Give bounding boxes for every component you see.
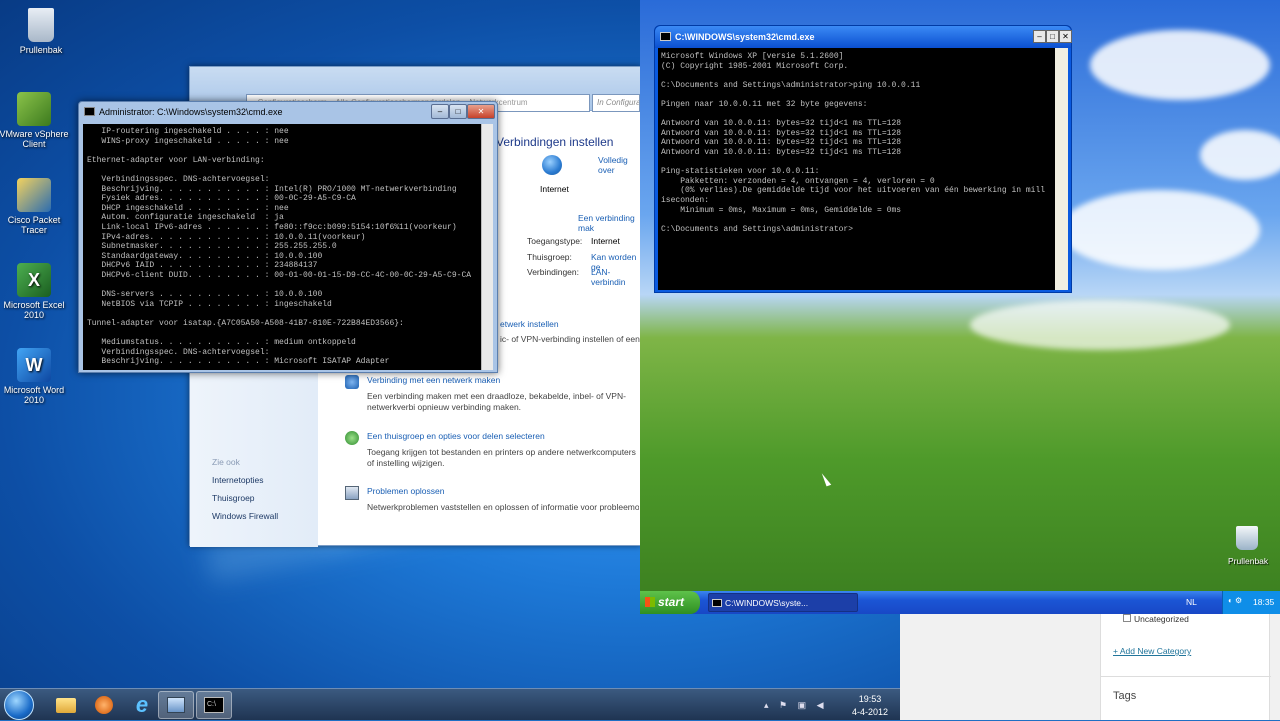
taskbar-cmd[interactable]: C:\ [196, 691, 232, 719]
cmd-icon: C:\ [204, 697, 224, 713]
maximize-button[interactable]: □ [449, 104, 467, 119]
cmd7-scrollbar[interactable] [481, 124, 493, 370]
xp-cmd-output[interactable]: Microsoft Windows XP [versie 5.1.2600] (… [658, 48, 1056, 290]
connect-link[interactable]: Een verbinding mak [578, 213, 640, 233]
xp-close-button[interactable]: ✕ [1059, 30, 1072, 43]
ie-icon: e [135, 692, 149, 717]
globe-icon [542, 155, 562, 175]
see-also-homegroup[interactable]: Thuisgroep [212, 493, 255, 503]
uncategorized-checkbox[interactable] [1123, 614, 1131, 622]
task-troubleshoot-title[interactable]: Problemen oplossen [367, 486, 445, 496]
desktop-icon-label: VMware vSphere Client [0, 129, 69, 149]
task-connect-desc: Een verbinding maken met een draadloze, … [367, 391, 626, 412]
network-icon [167, 697, 185, 713]
start-orb[interactable] [4, 690, 34, 720]
recycle-bin-icon [28, 8, 54, 42]
xp-maximize-button[interactable]: □ [1046, 30, 1059, 43]
see-also-internet-options[interactable]: Internetopties [212, 475, 264, 485]
mouse-cursor-icon [821, 471, 832, 487]
task-connect-title[interactable]: Verbinding met een netwerk maken [367, 375, 500, 385]
uncategorized-label: Uncategorized [1134, 614, 1189, 624]
internet-label: Internet [540, 184, 569, 194]
see-also-firewall[interactable]: Windows Firewall [212, 511, 278, 521]
task-homegroup-desc: Toegang krijgen tot bestanden en printer… [367, 447, 636, 468]
win7-taskbar: e C:\ ▴ ⚑ ▣ ◀ 19:53 4-4-2012 [0, 688, 900, 720]
media-player-icon [95, 696, 113, 714]
admin-cmd-window[interactable]: Administrator: C:\Windows\system32\cmd.e… [78, 101, 498, 373]
homegroup-icon [345, 431, 359, 445]
connections-label: Verbindingen: [527, 267, 579, 277]
packet-tracer-icon [17, 178, 51, 212]
tray-icons[interactable]: ▴ ⚑ ▣ ◀ [764, 700, 828, 711]
xp-language-indicator[interactable]: NL [1186, 597, 1197, 607]
xp-recycle-bin-icon[interactable] [1236, 526, 1258, 550]
tray-date[interactable]: 4-4-2012 [846, 707, 894, 717]
desktop-icon-excel[interactable]: X Microsoft Excel 2010 [0, 263, 72, 320]
connect-network-icon [345, 375, 359, 389]
task-setup-network-title[interactable]: etwerk instellen [500, 319, 559, 329]
desktop-icon-label: Cisco Packet Tracer [7, 215, 61, 235]
see-also-heading: Zie ook [212, 457, 240, 467]
desktop-icon-recycle-bin[interactable]: Prullenbak [3, 8, 79, 55]
tags-heading: Tags [1113, 690, 1137, 702]
full-map-link[interactable]: Volledig over [598, 155, 640, 175]
minimize-button[interactable]: – [431, 104, 449, 119]
xp-cmd-window[interactable]: C:\WINDOWS\system32\cmd.exe – □ ✕ Micros… [654, 25, 1072, 293]
taskbar-explorer[interactable] [48, 691, 84, 719]
xp-cmd-icon [660, 32, 671, 41]
excel-icon: X [17, 263, 51, 297]
xp-desktop: Prullenbak C:\WINDOWS\system32\cmd.exe –… [640, 0, 1280, 614]
folder-icon [56, 697, 76, 713]
wp-category-box: Uncategorized + Add New Category Tags [1100, 614, 1271, 720]
taskbar-ie[interactable]: e [124, 691, 160, 719]
taskbar-media-player[interactable] [86, 691, 122, 719]
add-category-link[interactable]: + Add New Category [1113, 646, 1191, 656]
xp-task-cmd-label: C:\WINDOWS\syste... [725, 598, 809, 608]
access-type-value: Internet [591, 236, 620, 246]
network-heading: Verbindingen instellen [496, 135, 614, 149]
xp-task-cmd[interactable]: C:\WINDOWS\syste... [708, 593, 858, 612]
xp-task-cmd-icon [712, 599, 722, 607]
desktop-icon-packet-tracer[interactable]: Cisco Packet Tracer [0, 178, 72, 235]
vmware-icon [17, 92, 51, 126]
close-button[interactable]: ✕ [467, 104, 495, 119]
desktop-icon-label: Prullenbak [19, 45, 63, 55]
cmd7-output[interactable]: IP-routering ingeschakeld . . . . : nee … [83, 124, 483, 370]
word-icon: W [17, 348, 51, 382]
desktop-icon-label: Microsoft Word 2010 [3, 385, 65, 405]
desktop-icon-word[interactable]: W Microsoft Word 2010 [0, 348, 72, 405]
xp-cmd-title: C:\WINDOWS\system32\cmd.exe [655, 26, 1071, 48]
task-setup-network-desc: ic- of VPN-verbinding instellen of een r… [500, 334, 657, 344]
access-type-label: Toegangstype: [527, 236, 583, 246]
xp-taskbar: start C:\WINDOWS\syste... NL ◐ ⚙ 18:35 [640, 591, 1280, 614]
system-tray: ▴ ⚑ ▣ ◀ 19:53 4-4-2012 [760, 689, 900, 721]
desktop-icon-vmware[interactable]: VMware vSphere Client [0, 92, 72, 149]
desktop-icon-label: Microsoft Excel 2010 [3, 300, 65, 320]
xp-tray-time[interactable]: 18:35 [1253, 597, 1274, 607]
connections-value[interactable]: LAN-verbindin [591, 267, 640, 287]
taskbar-network-center[interactable] [158, 691, 194, 719]
troubleshoot-icon [345, 486, 359, 500]
search-input[interactable]: In Configuratiesche [592, 94, 640, 112]
xp-recycle-bin-label: Prullenbak [1228, 556, 1269, 566]
task-troubleshoot-desc: Netwerkproblemen vaststellen en oplossen… [367, 502, 639, 512]
xp-tray-icons[interactable]: ◐ ⚙ [1228, 596, 1242, 605]
xp-tray: ◐ ⚙ 18:35 [1222, 591, 1280, 614]
xp-start-button[interactable]: start [640, 591, 700, 614]
tray-time[interactable]: 19:53 [852, 694, 888, 704]
xp-cmd-scrollbar[interactable] [1055, 48, 1068, 290]
xp-minimize-button[interactable]: – [1033, 30, 1046, 43]
windows-flag-icon [645, 597, 655, 607]
xp-start-label: start [658, 595, 685, 609]
homegroup-label: Thuisgroep: [527, 252, 572, 262]
task-homegroup-title[interactable]: Een thuisgroep en opties voor delen sele… [367, 431, 545, 441]
